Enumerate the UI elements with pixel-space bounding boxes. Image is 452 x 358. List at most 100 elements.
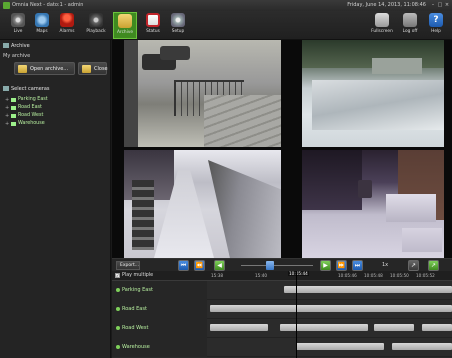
expand-icon[interactable]: + [5, 97, 9, 103]
skip-end-button[interactable]: ⏭ [352, 260, 363, 271]
recording-segment[interactable] [210, 305, 452, 312]
speed-slider-track[interactable] [241, 265, 313, 266]
archive-header: Archive [3, 43, 30, 49]
barrel-shape [358, 180, 372, 198]
camera-tree-item[interactable]: + Warehouse [5, 120, 108, 128]
timeline-tick: 15:40 [255, 273, 268, 278]
help-icon: ? [429, 13, 443, 27]
minimize-button[interactable]: – [430, 2, 436, 8]
close-window-button[interactable]: × [444, 2, 450, 8]
title-bar: Omnia Next - dato:1 - admin Friday, June… [0, 0, 452, 11]
help-button[interactable]: ? Help [424, 12, 448, 39]
archive-side-panel: Archive My archive Open archive... Close… [0, 40, 111, 358]
step-forward-button[interactable]: ⏩ [336, 260, 347, 271]
recording-segment[interactable] [210, 324, 268, 331]
archive-icon [118, 14, 132, 28]
play-multiple-label: Play multiple [122, 273, 154, 278]
recording-segment[interactable] [422, 324, 452, 331]
toolbar-playback-button[interactable]: Playback [84, 12, 108, 39]
folder-open-icon [18, 65, 27, 73]
track-status-icon [116, 307, 120, 311]
video-tile-road-west[interactable] [124, 150, 281, 258]
recording-segment[interactable] [392, 343, 452, 350]
recording-segment[interactable] [280, 324, 368, 331]
toolbar-maps-label: Maps [36, 29, 48, 34]
playback-controls: Export... ⏮ ⏪ ◀ ▶ ⏩ ⏭ 1x ↗ ↗ [112, 258, 452, 271]
zoom-out-button[interactable]: ↗ [408, 260, 419, 271]
gear-icon [171, 13, 185, 27]
toolbar-archive-button[interactable]: Archive [113, 12, 137, 39]
toolbar-setup-button[interactable]: Setup [166, 12, 190, 39]
timeline-tick: 10:05:52 [416, 273, 435, 278]
road-shape [312, 80, 444, 130]
speed-slider-handle[interactable] [265, 261, 274, 270]
toolbar-maps-button[interactable]: Maps [30, 12, 54, 39]
logoff-label: Log off [402, 29, 418, 34]
video-tile-road-east[interactable] [302, 40, 444, 147]
play-reverse-button[interactable]: ◀ [214, 260, 225, 271]
play-forward-button[interactable]: ▶ [320, 260, 331, 271]
play-multiple-checkbox[interactable]: ✓ [115, 273, 120, 278]
toolbar-status-button[interactable]: Status [141, 12, 165, 39]
expand-icon[interactable]: + [5, 113, 9, 119]
expand-icon[interactable]: + [5, 105, 9, 111]
alarm-icon [60, 13, 74, 27]
folder-close-icon [82, 65, 91, 73]
timeline-track-row[interactable]: Warehouse [112, 338, 452, 357]
track-status-icon [116, 345, 120, 349]
archive-header-label: Archive [11, 43, 30, 49]
recording-segment[interactable] [284, 286, 452, 293]
toolbar-live-button[interactable]: Live [6, 12, 30, 39]
step-back-button[interactable]: ⏪ [194, 260, 205, 271]
archive-header-icon [3, 43, 9, 48]
close-archive-button[interactable]: Close [78, 62, 108, 75]
recording-segment[interactable] [374, 324, 414, 331]
camera-name: Road East [18, 105, 42, 110]
timeline[interactable]: ✓ Play multiple 15:38 15:40 10:05:46 10:… [112, 271, 452, 358]
timeline-playhead[interactable] [296, 271, 297, 358]
maximize-button[interactable]: □ [437, 2, 443, 8]
fullscreen-icon [375, 13, 389, 27]
camera-icon [11, 122, 16, 126]
camera-icon [11, 98, 16, 102]
speed-label: 1x [382, 262, 389, 268]
parked-cars-shape [132, 180, 154, 250]
logoff-button[interactable]: Log off [398, 12, 422, 39]
fullscreen-button[interactable]: Fullscreen [368, 12, 396, 39]
skip-start-button[interactable]: ⏮ [178, 260, 189, 271]
main-toolbar: Live Maps Alarms Playback Archive Status… [0, 11, 452, 40]
toolbar-playback-label: Playback [86, 29, 106, 34]
video-tile-parking-east[interactable] [124, 40, 281, 147]
pallet-shape [402, 228, 442, 252]
timeline-track-row[interactable]: Road West [112, 319, 452, 338]
camera-name: Warehouse [18, 121, 45, 126]
globe-icon [35, 13, 49, 27]
timeline-tick: 15:38 [211, 273, 224, 278]
wall-shape [208, 160, 281, 258]
camera-tree-item[interactable]: + Road East [5, 104, 108, 112]
toolbar-alarms-button[interactable]: Alarms [55, 12, 79, 39]
toolbar-setup-label: Setup [171, 29, 185, 34]
open-archive-button[interactable]: Open archive... [14, 62, 75, 75]
timeline-track-row[interactable]: Parking East [112, 281, 452, 300]
close-archive-label: Close [94, 66, 108, 72]
video-tile-warehouse[interactable] [302, 150, 444, 258]
toolbar-archive-label: Archive [116, 30, 134, 35]
camera-icon [11, 106, 16, 110]
select-cameras-header: Select cameras [3, 86, 50, 92]
timeline-track-row[interactable]: Road East [112, 300, 452, 319]
window-title: Omnia Next - dato:1 - admin [12, 2, 84, 8]
zoom-in-button[interactable]: ↗ [428, 260, 439, 271]
camera-tree-item[interactable]: + Parking East [5, 96, 108, 104]
camera-tree-item[interactable]: + Road West [5, 112, 108, 120]
export-button[interactable]: Export... [116, 261, 140, 270]
track-label-cell: Road East [112, 300, 207, 319]
wall-shape [124, 40, 138, 147]
help-label: Help [431, 29, 441, 34]
expand-icon[interactable]: + [5, 121, 9, 127]
camera-name: Road West [18, 113, 44, 118]
recording-segment[interactable] [296, 343, 384, 350]
my-archive-label: My archive [3, 53, 31, 59]
video-grid [112, 40, 452, 258]
playback-icon [89, 13, 103, 27]
